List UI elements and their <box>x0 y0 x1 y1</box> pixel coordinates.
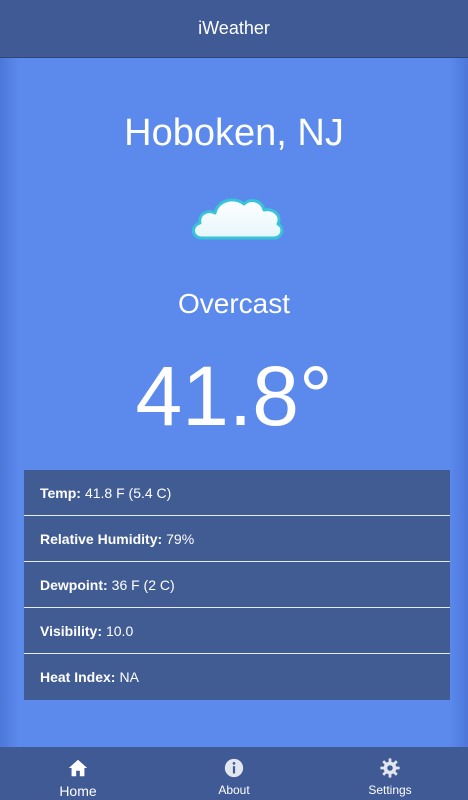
detail-value: 10.0 <box>105 622 134 639</box>
city-name: Hoboken, NJ <box>124 112 344 154</box>
detail-visibility: Visibility: 10.0 <box>24 608 450 654</box>
detail-label: Temp: <box>40 484 81 501</box>
app-title: iWeather <box>198 18 270 38</box>
app-header: iWeather <box>0 0 468 58</box>
detail-temp: Temp: 41.8 F (5.4 C) <box>24 470 450 516</box>
tab-about[interactable]: About <box>156 747 312 800</box>
detail-label: Heat Index: <box>40 669 116 685</box>
cloud-icon <box>192 198 284 240</box>
detail-value: NA <box>119 669 139 685</box>
bottom-nav: Home About Settings <box>0 747 468 800</box>
tab-label: Settings <box>368 783 412 797</box>
current-temperature: 41.8° <box>135 349 333 443</box>
detail-label: Visibility: <box>40 622 102 639</box>
app-screen: iWeather Hoboken, NJ Overcast 41.8° Temp… <box>0 0 468 800</box>
tab-home[interactable]: Home <box>0 747 156 800</box>
detail-label: Relative Humidity: <box>40 530 163 547</box>
tab-label: Home <box>59 783 97 799</box>
tab-label: About <box>218 783 250 797</box>
weather-details-list: Temp: 41.8 F (5.4 C) Relative Humidity: … <box>24 470 450 700</box>
detail-value: 79% <box>166 530 195 547</box>
gear-icon <box>380 758 400 778</box>
detail-value: 41.8 F (5.4 C) <box>84 484 172 501</box>
home-icon <box>68 759 88 777</box>
tab-settings[interactable]: Settings <box>312 747 468 800</box>
detail-label: Dewpoint: <box>40 576 108 593</box>
detail-heat-index: Heat Index: NA <box>24 654 450 700</box>
weather-condition: Overcast <box>177 288 291 319</box>
detail-relative-humidity: Relative Humidity: 79% <box>24 516 450 562</box>
detail-value: 36 F (2 C) <box>111 576 175 593</box>
info-icon <box>224 758 244 778</box>
detail-dewpoint: Dewpoint: 36 F (2 C) <box>24 562 450 608</box>
